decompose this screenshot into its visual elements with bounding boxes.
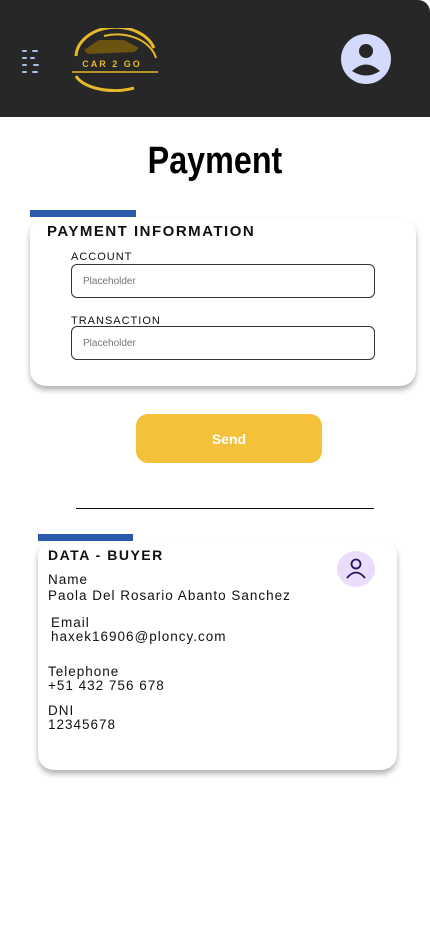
dni-value: 12345678 [48,717,117,732]
buyer-title: DATA - BUYER [48,547,164,563]
email-value: haxek16906@ploncy.com [51,629,227,644]
car2go-logo[interactable]: CAR 2 GO [64,25,160,93]
payment-card [30,218,416,386]
name-label: Name [48,572,89,587]
user-icon [337,551,375,587]
menu-icon[interactable] [20,48,46,74]
transaction-input[interactable] [71,326,375,360]
phone-value: +51 432 756 678 [48,678,165,693]
svg-text:CAR 2 GO: CAR 2 GO [82,59,142,69]
divider [76,508,374,509]
payment-title: PAYMENT INFORMATION [47,223,256,240]
account-circle-icon[interactable] [341,34,391,84]
account-input[interactable] [71,264,375,298]
accent-bar [38,534,133,541]
name-value: Paola Del Rosario Abanto Sanchez [48,588,291,603]
accent-bar [30,210,136,217]
account-label: ACCOUNT [71,251,133,263]
send-button[interactable]: Send [136,414,322,463]
page-title: Payment [147,140,283,182]
app-header: CAR 2 GO [0,0,430,117]
